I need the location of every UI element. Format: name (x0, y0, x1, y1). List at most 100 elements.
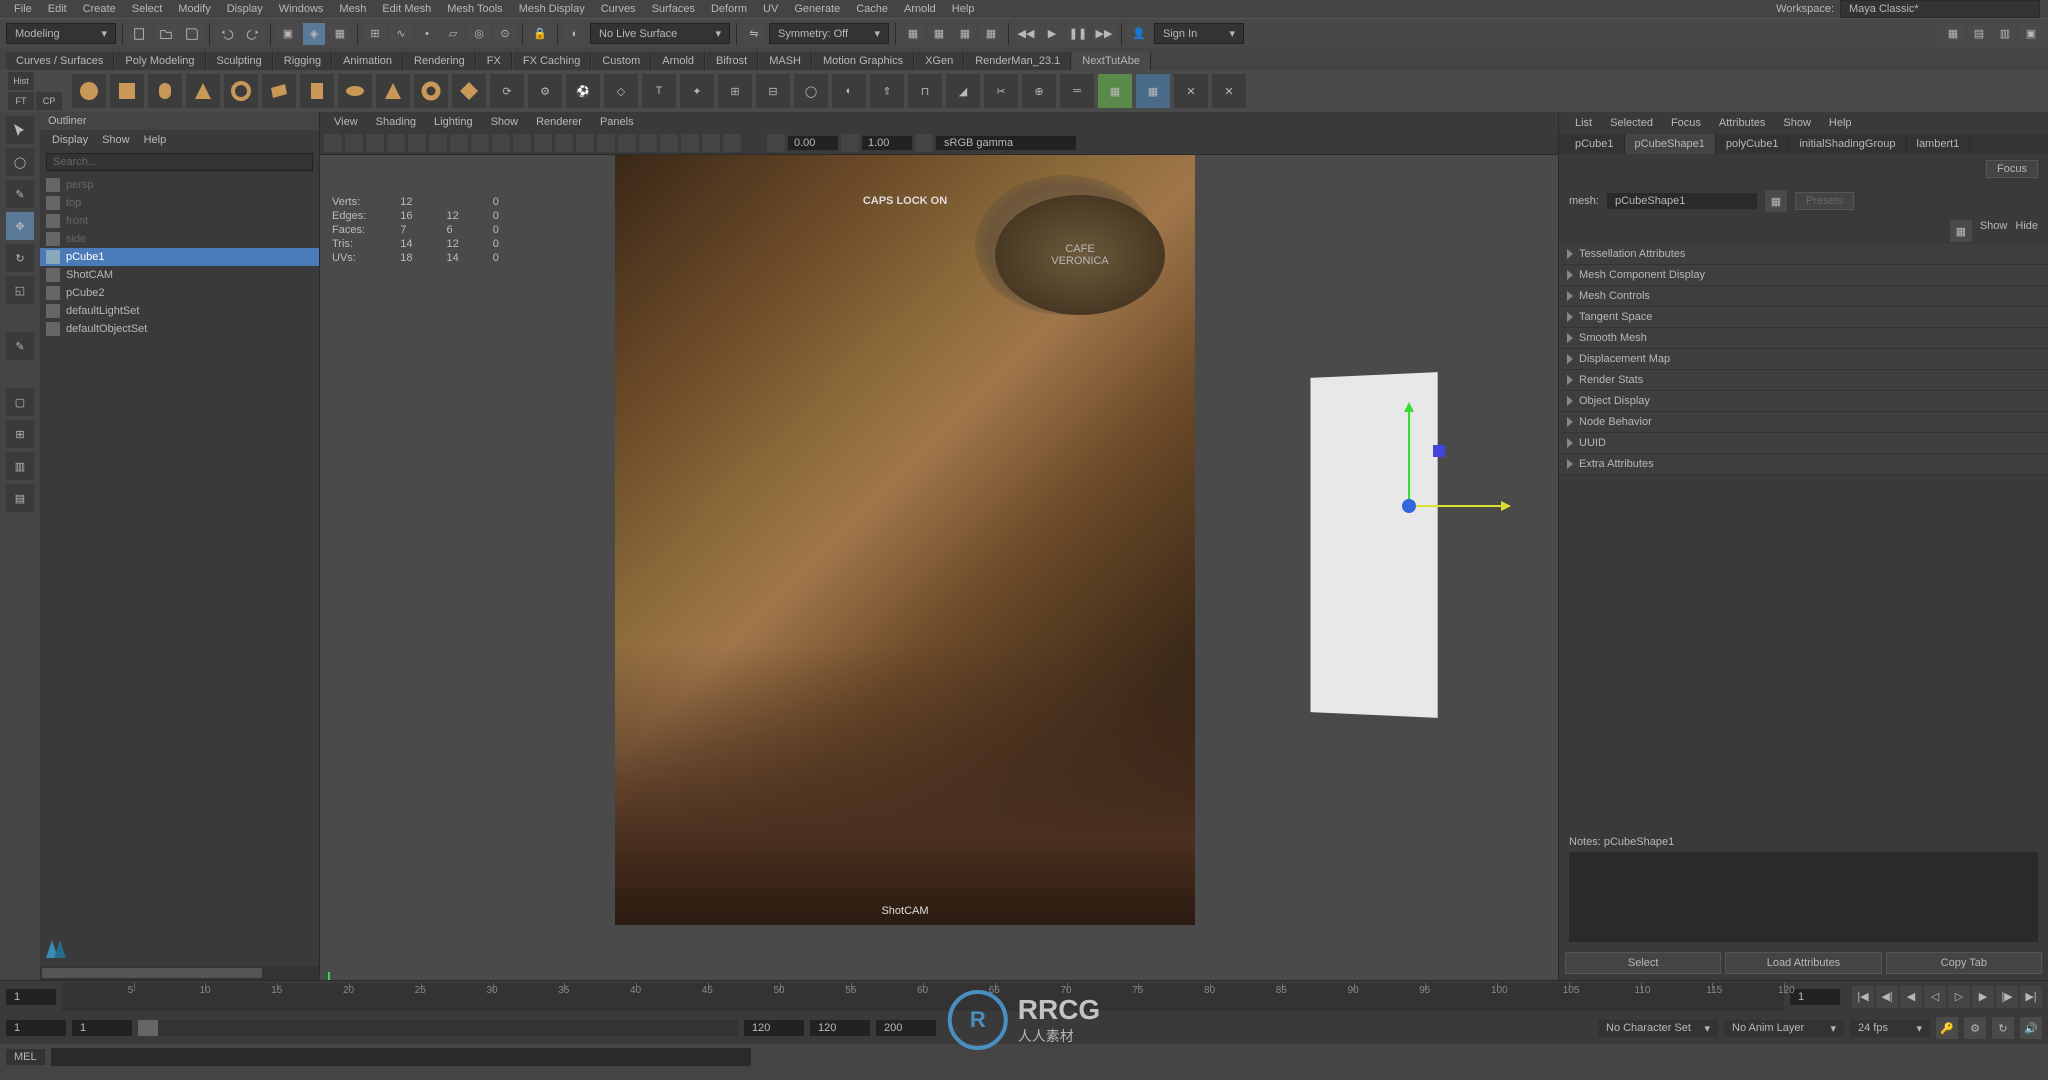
snap-curve-icon[interactable]: ∿ (390, 23, 412, 45)
lock-icon[interactable]: 🔒 (529, 23, 551, 45)
shelf-tab-mograph[interactable]: Motion Graphics (813, 52, 914, 70)
range-settings-icon[interactable]: ⚙ (1964, 1017, 1986, 1039)
menu-generate[interactable]: Generate (786, 1, 848, 17)
shelf-tab-mash[interactable]: MASH (759, 52, 812, 70)
shelf-prism-icon[interactable] (300, 74, 334, 108)
live-surface-dropdown[interactable]: No Live Surface▾ (590, 23, 730, 44)
manip-y-axis[interactable] (1408, 405, 1410, 505)
shelf-smooth-icon[interactable]: ◯ (794, 74, 828, 108)
vp-isolate-icon[interactable] (681, 134, 699, 152)
outliner-item-top[interactable]: top (40, 194, 319, 212)
manip-origin[interactable] (1402, 499, 1416, 513)
shelf-type-icon[interactable]: T (642, 74, 676, 108)
shelf-multicut-icon[interactable]: ✂ (984, 74, 1018, 108)
vp-exposure-value[interactable]: 0.00 (788, 136, 838, 150)
shelf-boolean-icon[interactable]: ◐ (832, 74, 866, 108)
shelf-quad-draw-icon[interactable]: ▦ (1098, 74, 1132, 108)
vp-safe-action-icon[interactable] (534, 134, 552, 152)
attr-menu-show[interactable]: Show (1775, 116, 1819, 130)
vp-colorspace-dropdown[interactable]: sRGB gamma (936, 136, 1076, 150)
attr-sec-uuid[interactable]: UUID (1559, 433, 2048, 454)
shelf-tab-bifrost[interactable]: Bifrost (706, 52, 758, 70)
menu-deform[interactable]: Deform (703, 1, 755, 17)
layout-two-icon[interactable]: ▥ (6, 452, 34, 480)
outliner-item-front[interactable]: front (40, 212, 319, 230)
open-scene-icon[interactable] (155, 23, 177, 45)
menu-edit[interactable]: Edit (40, 1, 75, 17)
attr-copytab-button[interactable]: Copy Tab (1886, 952, 2042, 974)
anim-layer-dropdown[interactable]: No Anim Layer▾ (1724, 1020, 1844, 1037)
select-mode-icon[interactable]: ▣ (277, 23, 299, 45)
outliner-item-pcube2[interactable]: pCube2 (40, 284, 319, 302)
attr-select-button[interactable]: Select (1565, 952, 1721, 974)
shelf-tab-poly[interactable]: Poly Modeling (115, 52, 205, 70)
attr-menu-list[interactable]: List (1567, 116, 1600, 130)
playback-next-key-icon[interactable]: |▶ (1996, 986, 2018, 1008)
signin-dropdown[interactable]: Sign In▾ (1154, 23, 1244, 44)
vp-menu-view[interactable]: View (326, 115, 366, 129)
shelf-bevel-icon[interactable]: ◢ (946, 74, 980, 108)
paint-select-tool-icon[interactable]: ✎ (6, 180, 34, 208)
outliner-item-shotcam[interactable]: ShotCAM (40, 266, 319, 284)
redo-icon[interactable] (242, 23, 264, 45)
attr-tab-polycube1[interactable]: polyCube1 (1716, 134, 1790, 154)
character-set-dropdown[interactable]: No Character Set▾ (1598, 1020, 1718, 1037)
shelf-tab-xgen[interactable]: XGen (915, 52, 964, 70)
panel-layout-2-icon[interactable]: ▤ (1968, 23, 1990, 45)
vp-grid-icon[interactable] (429, 134, 447, 152)
outliner-item-lightset[interactable]: defaultLightSet (40, 302, 319, 320)
snap-point-icon[interactable]: • (416, 23, 438, 45)
attr-menu-selected[interactable]: Selected (1602, 116, 1661, 130)
menu-select[interactable]: Select (124, 1, 171, 17)
menu-cache[interactable]: Cache (848, 1, 896, 17)
vp-menu-renderer[interactable]: Renderer (528, 115, 590, 129)
outliner-item-pcube1[interactable]: pCube1 (40, 248, 319, 266)
viewport-3d-view[interactable]: Verts:120 Edges:16120 Faces:760 Tris:141… (320, 155, 1558, 980)
outliner-search-input[interactable]: Search... (46, 153, 313, 171)
vp-menu-show[interactable]: Show (483, 115, 527, 129)
vp-safe-title-icon[interactable] (555, 134, 573, 152)
range-inner-start-field[interactable]: 1 (72, 1020, 132, 1036)
vp-field-chart-icon[interactable] (513, 134, 531, 152)
panel-layout-4-icon[interactable]: ▣ (2020, 23, 2042, 45)
layout-four-icon[interactable]: ⊞ (6, 420, 34, 448)
attr-sec-mesh-component[interactable]: Mesh Component Display (1559, 265, 2048, 286)
attr-sec-tessellation[interactable]: Tessellation Attributes (1559, 244, 2048, 265)
rotate-tool-icon[interactable]: ↻ (6, 244, 34, 272)
attr-io-icon[interactable]: ▦ (1765, 190, 1787, 212)
vp-view-transform-icon[interactable] (915, 134, 933, 152)
vp-xray-icon[interactable] (702, 134, 720, 152)
shelf-tab-rigging[interactable]: Rigging (274, 52, 332, 70)
menu-arnold[interactable]: Arnold (896, 1, 944, 17)
playback-prev-icon[interactable]: ◀ (1900, 986, 1922, 1008)
save-scene-icon[interactable] (181, 23, 203, 45)
outliner-item-persp[interactable]: persp (40, 176, 319, 194)
attr-tab-shadinggroup[interactable]: initialShadingGroup (1789, 134, 1906, 154)
selected-cube-mesh[interactable] (1310, 372, 1437, 718)
shelf-tab-curves[interactable]: Curves / Surfaces (6, 52, 114, 70)
shelf-tab-renderman[interactable]: RenderMan_23.1 (965, 52, 1071, 70)
shelf-combine-icon[interactable]: ⊞ (718, 74, 752, 108)
select-tool-icon[interactable] (6, 116, 34, 144)
attr-sec-renderstats[interactable]: Render Stats (1559, 370, 2048, 391)
manip-x-axis[interactable] (1408, 505, 1508, 507)
shelf-extrude-icon[interactable]: ⇑ (870, 74, 904, 108)
last-tool-icon[interactable]: ✎ (6, 332, 34, 360)
time-current-field[interactable]: 1 (6, 989, 56, 1005)
menu-help[interactable]: Help (944, 1, 983, 17)
cmd-lang-label[interactable]: MEL (6, 1049, 45, 1065)
menu-curves[interactable]: Curves (593, 1, 644, 17)
vp-gate-mask-icon[interactable] (492, 134, 510, 152)
shelf-tab-anim[interactable]: Animation (333, 52, 403, 70)
shelf-toggle-hist[interactable]: Hist (8, 72, 34, 90)
symmetry-dropdown[interactable]: Symmetry: Off▾ (769, 23, 889, 44)
workspace-dropdown[interactable]: Maya Classic* (1840, 0, 2040, 18)
snap-plane-icon[interactable]: ▱ (442, 23, 464, 45)
shelf-tab-arnold[interactable]: Arnold (652, 52, 705, 70)
vp-res-gate-icon[interactable] (471, 134, 489, 152)
shelf-torus-icon[interactable] (224, 74, 258, 108)
render-current-icon[interactable]: ▦ (902, 23, 924, 45)
playback-next-icon[interactable]: ▶ (1972, 986, 1994, 1008)
range-start-field[interactable]: 1 (6, 1020, 66, 1036)
vp-wireframe-icon[interactable] (576, 134, 594, 152)
